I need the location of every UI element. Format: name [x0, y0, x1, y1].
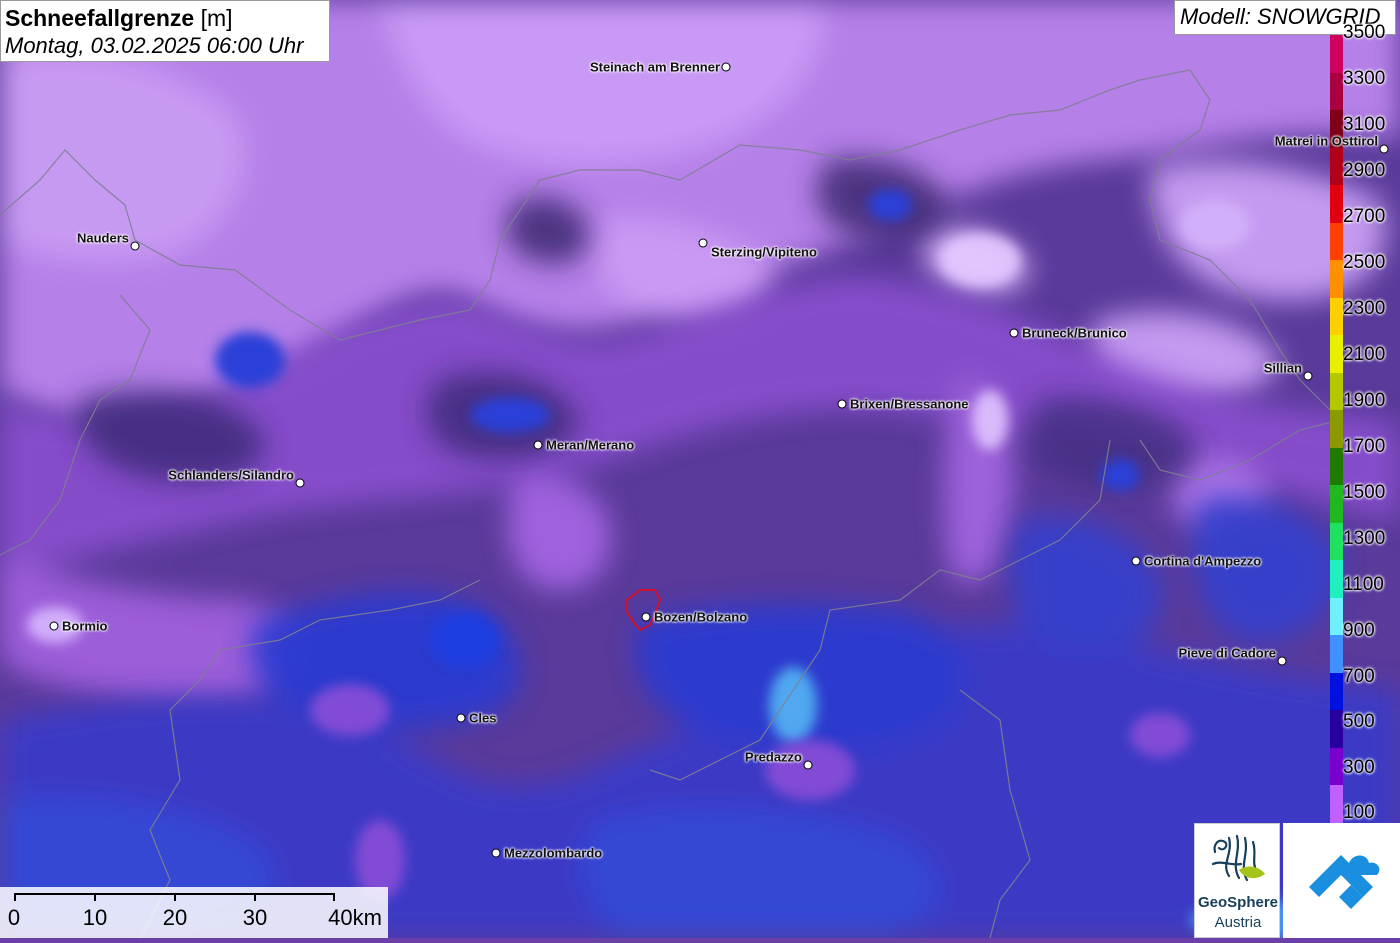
- cloud-arrow-icon: [1309, 855, 1380, 909]
- city-label: Predazzo: [744, 749, 802, 765]
- legend-label: 3500: [1343, 22, 1386, 43]
- legend-label: 1100: [1343, 574, 1384, 595]
- scale-tick: [254, 893, 256, 901]
- legend-color-step: [1330, 335, 1343, 374]
- city-marker[interactable]: [1379, 144, 1389, 154]
- city-label: Cles: [469, 710, 497, 726]
- legend-color-step: [1330, 635, 1343, 674]
- legend-label: 3300: [1343, 68, 1386, 89]
- city-label: Bruneck/Brunico: [1022, 325, 1127, 341]
- legend-color-step: [1330, 72, 1343, 111]
- legend-color-step: [1330, 447, 1343, 486]
- legend-color-step: [1330, 485, 1343, 524]
- city-marker[interactable]: [491, 848, 501, 858]
- scale-label: 30: [242, 905, 268, 930]
- geosphere-name: GeoSphere: [1197, 894, 1279, 911]
- legend-label: 300: [1343, 757, 1375, 778]
- legend-color-step: [1330, 260, 1343, 299]
- legend-color-step: [1330, 560, 1343, 599]
- city-marker[interactable]: [641, 612, 651, 622]
- city-marker[interactable]: [721, 62, 731, 72]
- city-label: Bormio: [62, 618, 108, 634]
- scale-tick: [94, 893, 96, 901]
- scale-label: 0: [7, 905, 21, 930]
- city-marker[interactable]: [533, 440, 543, 450]
- legend-label: 1300: [1343, 528, 1386, 549]
- legend-color-step: [1330, 672, 1343, 711]
- city-label: Meran/Merano: [546, 437, 635, 453]
- city-marker[interactable]: [130, 241, 140, 251]
- legend-label: 100: [1343, 802, 1375, 823]
- city-label: Brixen/Bressanone: [850, 396, 969, 412]
- city-label: Schlanders/Silandro: [168, 467, 294, 483]
- legend-color-step: [1330, 522, 1343, 561]
- city-label: Nauders: [76, 230, 129, 246]
- city-label: Mezzolombardo: [504, 845, 603, 861]
- city-label: Bozen/Bolzano: [654, 609, 748, 625]
- legend-color-step: [1330, 185, 1343, 224]
- city-marker[interactable]: [1009, 328, 1019, 338]
- city-label: Cortina d'Ampezzo: [1144, 553, 1262, 569]
- city-label: Sillian: [1263, 360, 1302, 376]
- geosphere-country: Austria: [1214, 914, 1262, 931]
- legend-color-step: [1330, 597, 1343, 636]
- legend-color-step: [1330, 297, 1343, 336]
- legend-color-step: [1330, 410, 1343, 449]
- legend-label: 1900: [1343, 390, 1386, 411]
- legend-color-step: [1330, 222, 1343, 261]
- geosphere-austria-logo[interactable]: GeoSphere Austria: [1194, 823, 1280, 938]
- legend-color-step: [1330, 747, 1343, 786]
- city-marker[interactable]: [1303, 371, 1313, 381]
- scale-tick: [174, 893, 176, 901]
- legend-label: 1700: [1343, 436, 1386, 457]
- legend-label: 700: [1343, 666, 1375, 687]
- city-label: Steinach am Brenner: [589, 59, 720, 75]
- city-marker[interactable]: [803, 760, 813, 770]
- legend-color-step: [1330, 147, 1343, 186]
- city-marker[interactable]: [1131, 556, 1141, 566]
- legend-color-step: [1330, 710, 1343, 749]
- scale-tick: [14, 893, 16, 901]
- city-marker[interactable]: [49, 621, 59, 631]
- city-label: Pieve di Cadore: [1178, 645, 1276, 661]
- scale-label: 20: [162, 905, 188, 930]
- legend-label: 500: [1343, 711, 1375, 732]
- legend-label: 2500: [1343, 252, 1386, 273]
- city-marker[interactable]: [837, 399, 847, 409]
- color-legend-bar: [1330, 35, 1343, 824]
- city-label: Matrei in Osttirol: [1274, 133, 1378, 149]
- weather-app-logo[interactable]: [1283, 823, 1400, 938]
- city-marker[interactable]: [456, 713, 466, 723]
- city-marker[interactable]: [1277, 656, 1287, 666]
- legend-color-step: [1330, 372, 1343, 411]
- legend-label: 1500: [1343, 482, 1386, 503]
- legend-label: 2700: [1343, 206, 1386, 227]
- map-title: Schneefallgrenze [m]: [5, 5, 233, 31]
- city-marker[interactable]: [698, 238, 708, 248]
- scale-bar: 0 10 20 30 40km: [0, 887, 388, 938]
- legend-label: 900: [1343, 620, 1375, 641]
- legend-label: 2100: [1343, 344, 1386, 365]
- geosphere-swirl-icon: [1211, 834, 1265, 882]
- city-label: Sterzing/Vipiteno: [711, 244, 817, 260]
- legend-label: 2900: [1343, 160, 1386, 181]
- scale-label: 10: [82, 905, 108, 930]
- scale-label: 40km: [328, 905, 382, 930]
- city-marker[interactable]: [295, 478, 305, 488]
- scale-tick: [333, 893, 335, 901]
- legend-color-step: [1330, 785, 1343, 824]
- legend-color-step: [1330, 35, 1343, 74]
- map-title-box: Schneefallgrenze [m] Montag, 03.02.2025 …: [0, 0, 330, 62]
- legend-label: 2300: [1343, 298, 1386, 319]
- map-datetime: Montag, 03.02.2025 06:00 Uhr: [5, 33, 304, 58]
